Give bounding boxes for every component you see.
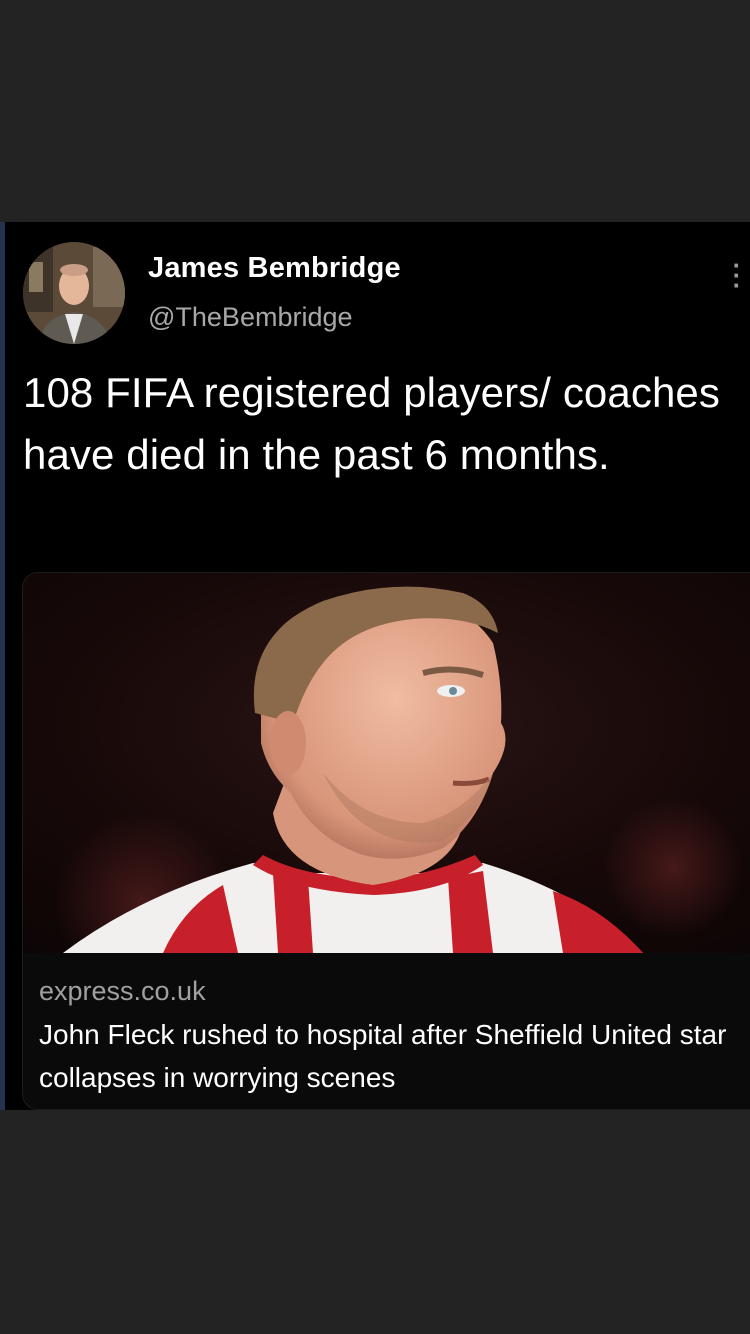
author-handle[interactable]: @TheBembridge: [148, 302, 353, 333]
link-title[interactable]: John Fleck rushed to hospital after Shef…: [39, 1013, 739, 1099]
link-preview-card[interactable]: express.co.uk John Fleck rushed to hospi…: [22, 572, 750, 1110]
left-edge-strip: [0, 222, 5, 1110]
tweet-card[interactable]: James Bembridge @TheBembridge · · · 108 FI…: [0, 222, 750, 1110]
avatar-image: [23, 242, 125, 344]
tweet-text: 108 FIFA registered players/ coaches hav…: [23, 369, 720, 478]
link-domain: express.co.uk: [39, 976, 206, 1006]
author-name[interactable]: James Bembridge: [148, 252, 401, 285]
screenshot-page: James Bembridge @TheBembridge · · · 108 FI…: [0, 0, 750, 1334]
avatar[interactable]: [23, 242, 125, 344]
link-preview-image: [23, 573, 750, 953]
vertical-ellipsis-icon[interactable]: · · ·: [730, 252, 744, 298]
